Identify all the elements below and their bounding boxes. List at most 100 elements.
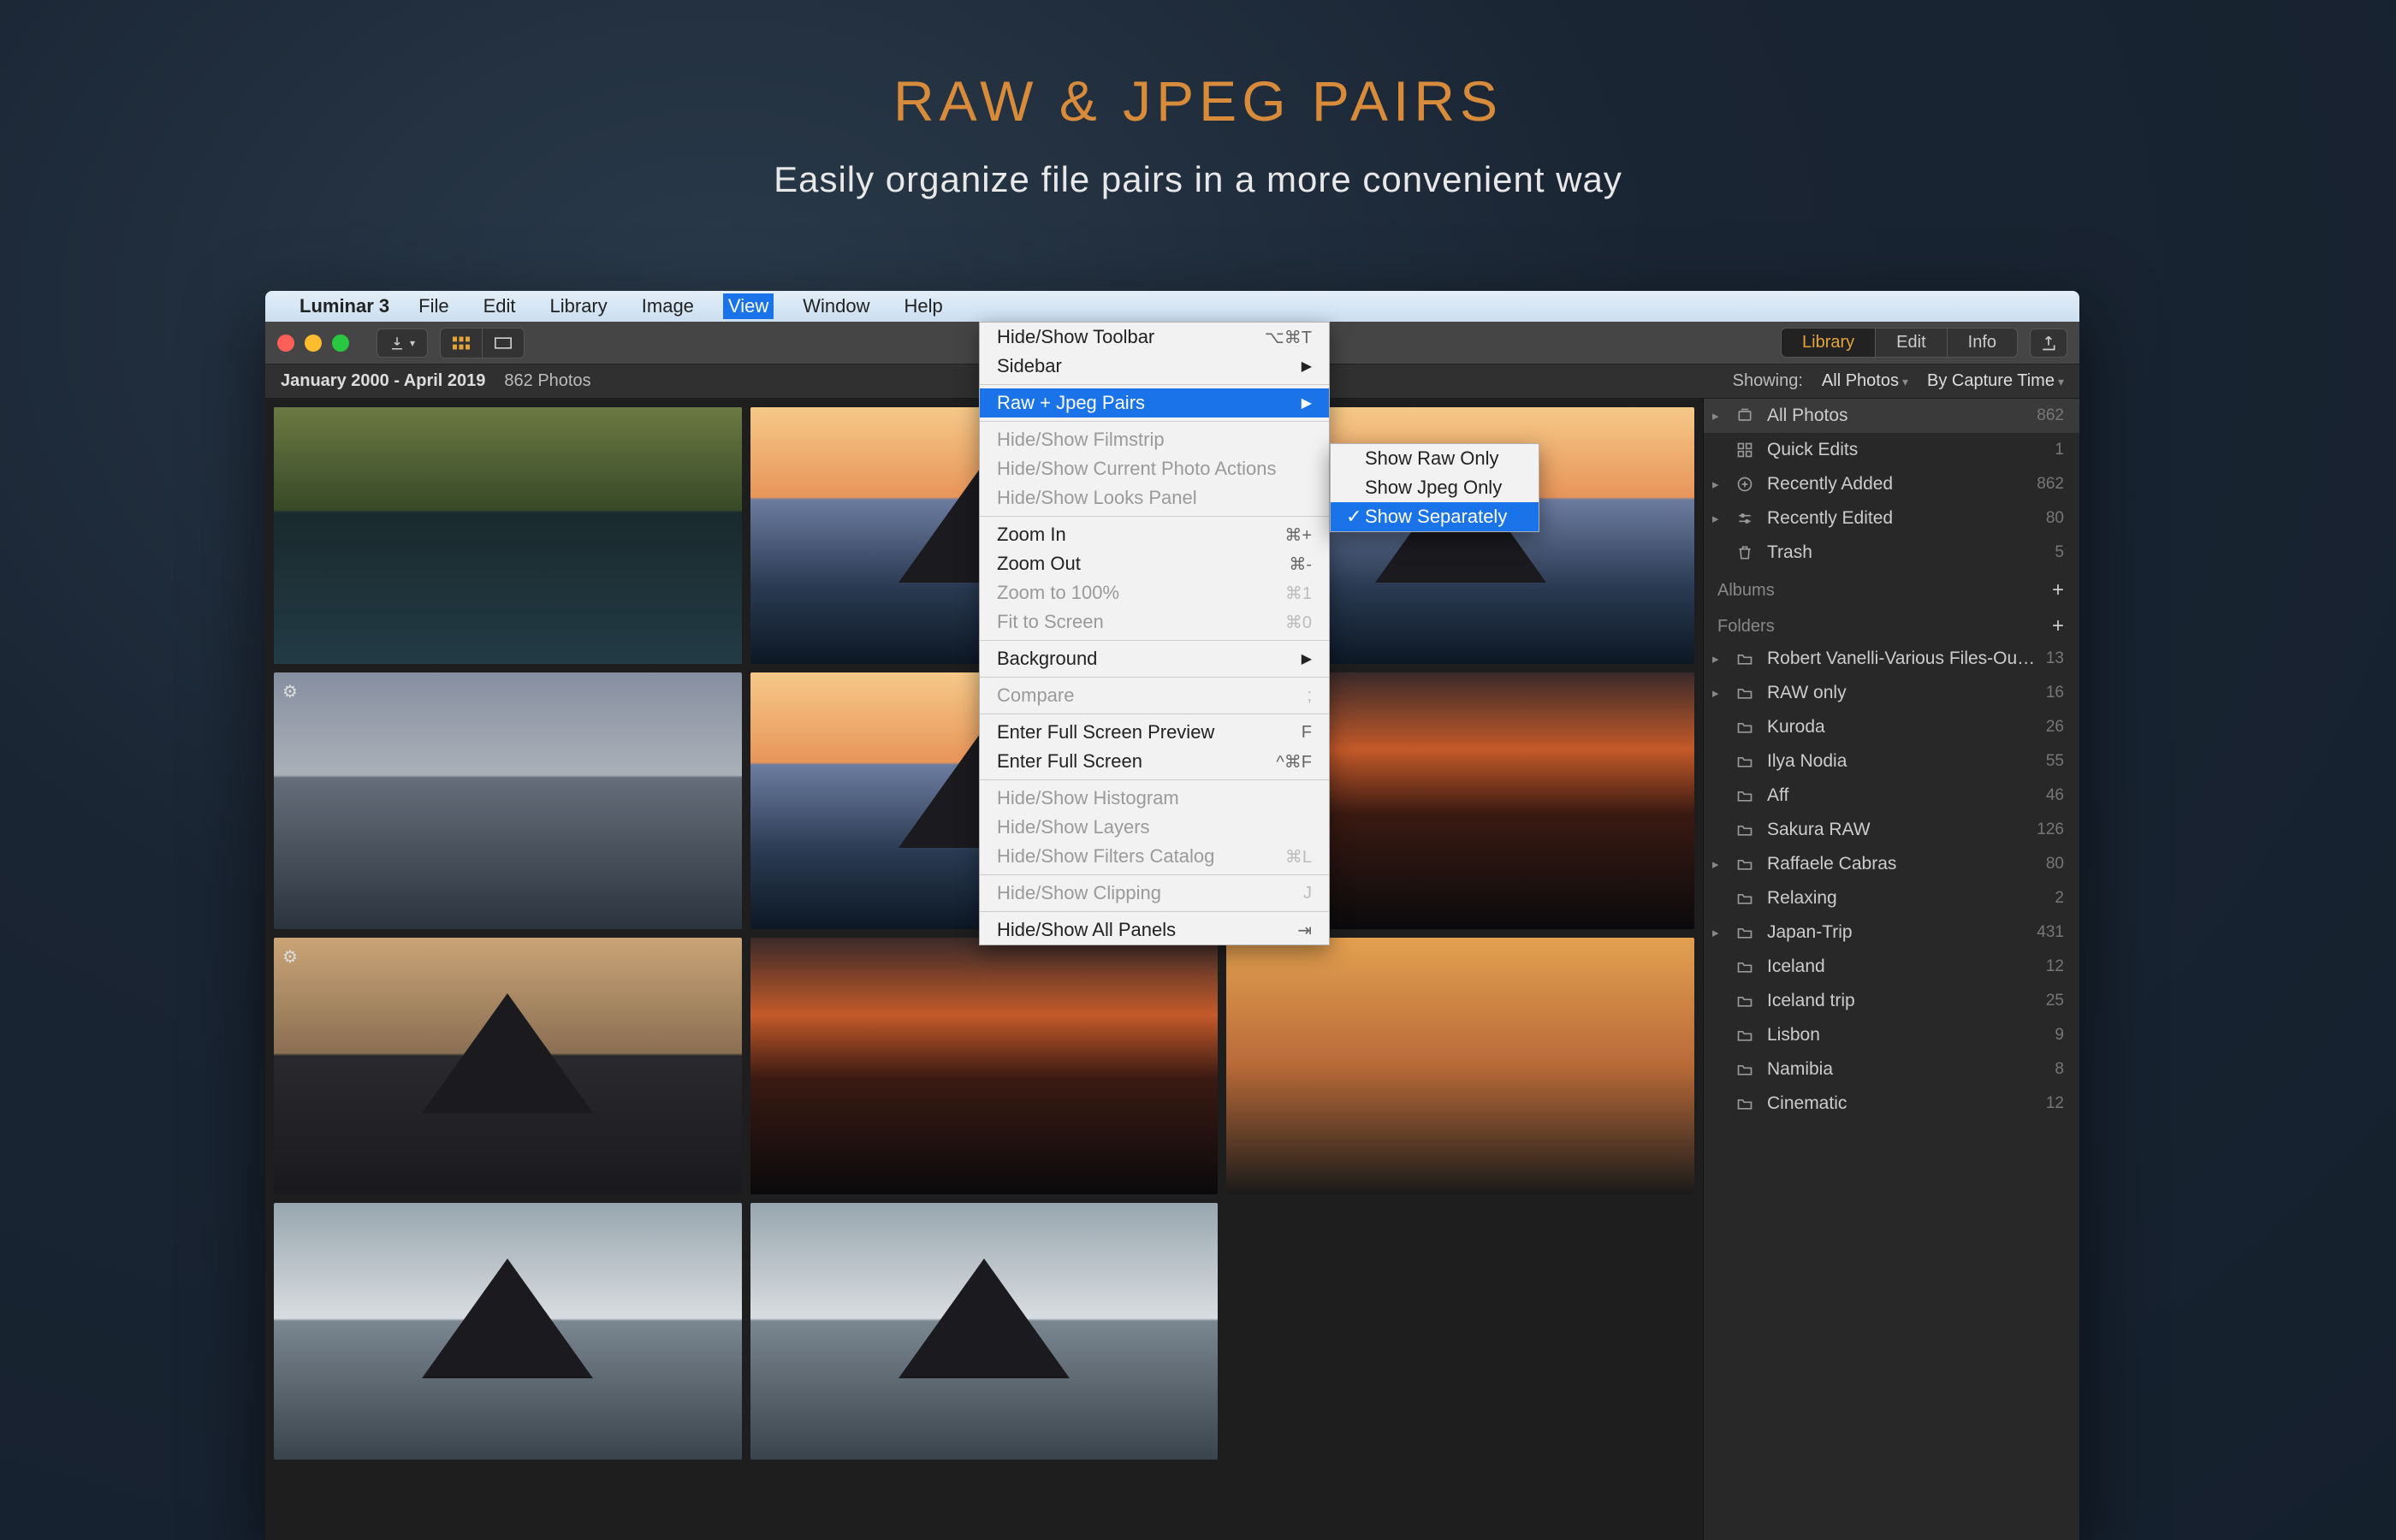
folder-row[interactable]: Namibia8 [1704,1052,2079,1087]
row-label: Raffaele Cabras [1767,854,2036,874]
shortcut-row[interactable]: Quick Edits1 [1704,433,2079,467]
row-count: 12 [2046,957,2064,976]
folder-icon [1736,650,1757,667]
folder-icon [1736,753,1757,770]
submenu-item-show-raw-only[interactable]: Show Raw Only [1331,444,1539,473]
submenu-item-show-jpeg-only[interactable]: Show Jpeg Only [1331,473,1539,502]
row-count: 5 [2055,543,2064,562]
folder-icon [1736,684,1757,702]
menu-window[interactable]: Window [798,293,875,319]
menu-item-hide-show-layers: Hide/Show Layers [980,813,1329,842]
menu-item-background[interactable]: Background▶ [980,644,1329,673]
folder-row[interactable]: Ilya Nodia55 [1704,744,2079,779]
shortcut-label: ⌘L [1285,846,1312,868]
minimize-window-button[interactable] [305,335,322,352]
folder-row[interactable]: ▸Robert Vanelli-Various Files-Out…13 [1704,642,2079,676]
menu-item-fit-to-screen: Fit to Screen⌘0 [980,607,1329,637]
disclosure-triangle-icon[interactable]: ▸ [1712,477,1726,492]
menu-file[interactable]: File [413,293,454,319]
row-count: 431 [2037,923,2064,942]
single-view-button[interactable] [482,329,524,358]
folder-row[interactable]: Aff46 [1704,779,2079,813]
shortcut-row[interactable]: ▸Recently Added862 [1704,467,2079,501]
disclosure-triangle-icon[interactable]: ▸ [1712,511,1726,526]
folder-row[interactable]: ▸ Japan-Trip 431 [1704,915,2079,950]
row-count: 2 [2055,889,2064,908]
folder-icon [1736,1095,1757,1112]
folder-row[interactable]: ▸Raffaele Cabras80 [1704,847,2079,881]
row-count: 13 [2046,649,2064,668]
menu-item-enter-full-screen[interactable]: Enter Full Screen^⌘F [980,747,1329,776]
shortcut-row[interactable]: ▸All Photos862 [1704,399,2079,433]
edit-tab[interactable]: Edit [1876,329,1947,357]
add-folder-button[interactable]: + [2052,614,2064,638]
photo-thumbnail[interactable]: ⚙ [274,672,742,929]
row-label: Namibia [1767,1059,2044,1080]
menu-item-raw-jpeg-pairs[interactable]: Raw + Jpeg Pairs▶ [980,388,1329,418]
shortcut-label: ; [1307,686,1312,706]
disclosure-triangle-icon[interactable]: ▸ [1712,925,1726,940]
photo-thumbnail[interactable] [750,938,1219,1194]
menu-library[interactable]: Library [545,293,613,319]
share-button[interactable] [2030,329,2067,358]
folder-icon [1736,821,1757,838]
photo-thumbnail[interactable] [274,1203,742,1460]
close-window-button[interactable] [277,335,294,352]
shortcut-row[interactable]: ▸Recently Edited80 [1704,501,2079,536]
folder-row[interactable]: Sakura RAW126 [1704,813,2079,847]
zoom-window-button[interactable] [332,335,349,352]
row-label: Sakura RAW [1767,820,2026,840]
row-label: Japan-Trip [1767,922,2026,943]
info-tab[interactable]: Info [1948,329,2017,357]
grid-icon [1736,441,1757,459]
menu-item-zoom-out[interactable]: Zoom Out⌘- [980,549,1329,578]
photo-thumbnail[interactable]: ⚙ [274,938,742,1194]
menu-image[interactable]: Image [637,293,699,319]
folder-row[interactable]: Lisbon9 [1704,1018,2079,1052]
disclosure-triangle-icon[interactable]: ▸ [1712,651,1726,666]
stack-icon [1736,407,1757,424]
app-window: Luminar 3 FileEditLibraryImageViewWindow… [265,291,2079,1540]
folder-row[interactable]: Iceland trip25 [1704,984,2079,1018]
disclosure-triangle-icon[interactable]: ▸ [1712,408,1726,424]
add-album-button[interactable]: + [2052,578,2064,602]
menu-item-zoom-in[interactable]: Zoom In⌘+ [980,520,1329,549]
folders-section-header: Folders+ [1704,606,2079,642]
row-label: Iceland trip [1767,991,2036,1011]
folder-row[interactable]: ▸RAW only16 [1704,676,2079,710]
grid-view-button[interactable] [441,329,482,358]
menu-item-hide-show-all-panels[interactable]: Hide/Show All Panels⇥ [980,915,1329,945]
photo-thumbnail[interactable] [1226,938,1694,1194]
menu-view[interactable]: View [723,293,774,319]
menu-item-sidebar[interactable]: Sidebar▶ [980,352,1329,381]
folder-row[interactable]: Kuroda26 [1704,710,2079,744]
folder-icon [1736,719,1757,736]
photo-thumbnail[interactable] [274,407,742,664]
row-label: Lisbon [1767,1025,2044,1045]
sort-dropdown[interactable]: By Capture Time▾ [1927,371,2064,391]
library-tab[interactable]: Library [1782,329,1876,357]
row-label: Kuroda [1767,717,2036,737]
disclosure-triangle-icon[interactable]: ▸ [1712,856,1726,872]
shortcut-label: F [1302,723,1312,743]
app-name-menu[interactable]: Luminar 3 [300,295,389,317]
import-button[interactable]: ▾ [377,329,428,358]
menu-edit[interactable]: Edit [478,293,521,319]
shortcut-label: J [1303,884,1312,903]
photo-count-label: 862 Photos [504,371,590,391]
menu-item-hide-show-histogram: Hide/Show Histogram [980,784,1329,813]
showing-filter-dropdown[interactable]: All Photos▾ [1822,371,1908,391]
row-count: 46 [2046,786,2064,805]
submenu-item-show-separately[interactable]: ✓Show Separately [1331,502,1539,531]
menu-item-hide-show-toolbar[interactable]: Hide/Show Toolbar⌥⌘T [980,323,1329,352]
disclosure-triangle-icon[interactable]: ▸ [1712,685,1726,701]
menu-help[interactable]: Help [898,293,947,319]
menu-item-enter-full-screen-preview[interactable]: Enter Full Screen PreviewF [980,718,1329,747]
menu-item-hide-show-filters-catalog: Hide/Show Filters Catalog⌘L [980,842,1329,871]
folder-row[interactable]: Cinematic12 [1704,1087,2079,1121]
shortcut-row[interactable]: Trash5 [1704,536,2079,570]
submenu-arrow-icon: ▶ [1302,650,1312,667]
folder-row[interactable]: Iceland12 [1704,950,2079,984]
folder-row[interactable]: Relaxing2 [1704,881,2079,915]
photo-thumbnail[interactable] [750,1203,1219,1460]
